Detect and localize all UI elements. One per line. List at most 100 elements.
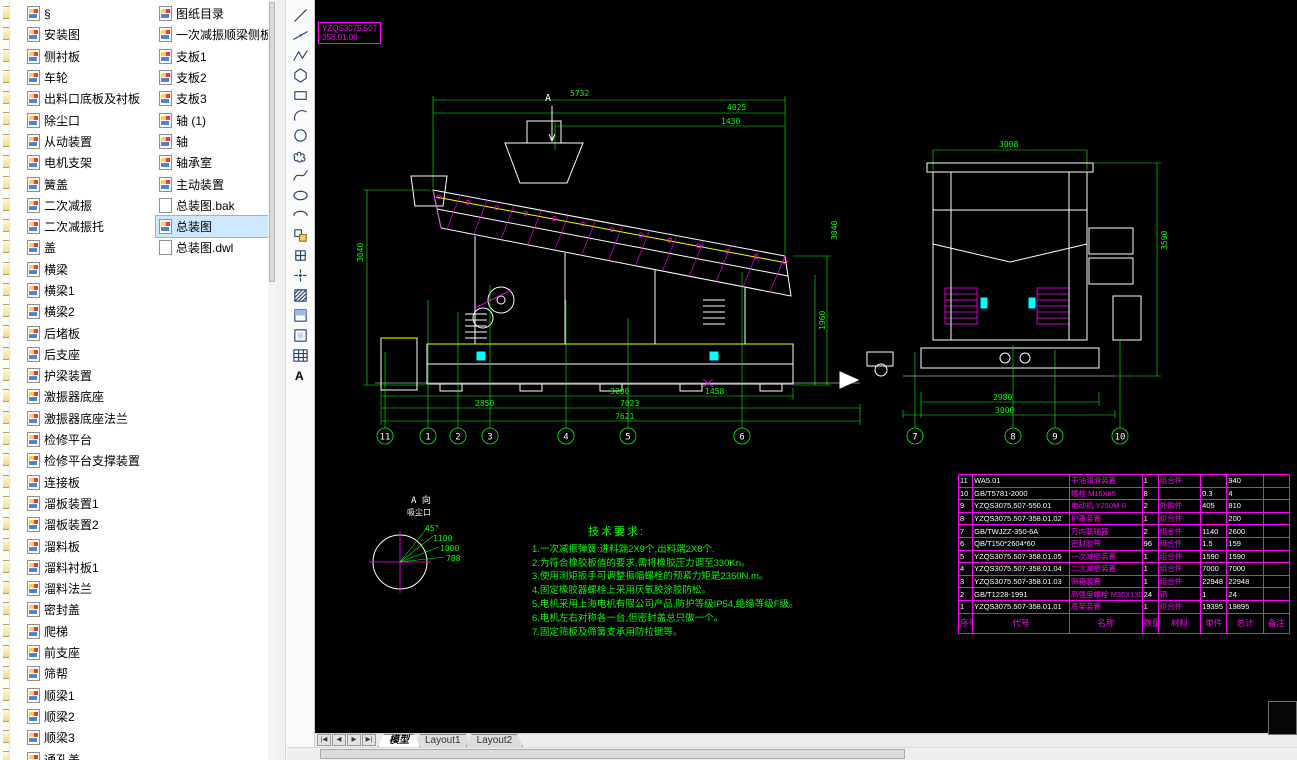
file-item[interactable]: 从动装置	[24, 131, 156, 152]
file-item[interactable]: 支板1	[156, 46, 274, 67]
file-item[interactable]: 总装图	[156, 216, 274, 237]
file-item[interactable]: 簧盖	[24, 173, 156, 194]
horizontal-scrollbar[interactable]	[287, 747, 1297, 760]
dimension-label: 4025	[727, 103, 746, 112]
point-tool-button[interactable]	[288, 265, 312, 285]
arc-tool-button[interactable]	[288, 105, 312, 125]
file-item-label: 除尘口	[44, 112, 80, 129]
file-item[interactable]: 电机支架	[24, 152, 156, 173]
file-panel-scrollbar-thumb[interactable]	[269, 2, 275, 282]
file-item[interactable]: 总装图.bak	[156, 195, 274, 216]
file-item[interactable]: 顺梁1	[24, 685, 156, 706]
file-item[interactable]: 横梁2	[24, 301, 156, 322]
insert-block-tool-button[interactable]	[288, 225, 312, 245]
file-item[interactable]: 横梁1	[24, 280, 156, 301]
file-item[interactable]: 盖	[24, 237, 156, 258]
file-item[interactable]: 溜料衬板1	[24, 557, 156, 578]
gradient-tool-button[interactable]	[288, 305, 312, 325]
balloon-number: 11	[380, 433, 391, 443]
polygon-tool-button[interactable]	[288, 65, 312, 85]
file-item-label: 爬梯	[44, 623, 68, 640]
file-item[interactable]: 图纸目录	[156, 3, 274, 24]
file-item[interactable]: 激振器底座	[24, 386, 156, 407]
bom-cell: 940	[1227, 475, 1263, 488]
file-item-label: 通孔盖	[44, 751, 80, 760]
clipped-file-icon	[3, 560, 10, 573]
multiline-text-tool-button[interactable]: A	[288, 365, 312, 385]
file-item[interactable]: 连接板	[24, 472, 156, 493]
bom-cell: 9	[959, 500, 973, 513]
dwg-file-icon	[159, 219, 172, 234]
file-item[interactable]: 顺梁3	[24, 727, 156, 748]
file-item[interactable]: 护梁装置	[24, 365, 156, 386]
file-item[interactable]: 溜料板	[24, 535, 156, 556]
model-space-canvas[interactable]: 5732402514303040304019602850320014587023…	[315, 0, 1297, 733]
line-tool-button[interactable]	[288, 5, 312, 25]
file-list-column-2: 图纸目录一次减振顺梁侧板支板1支板2支板3轴 (1) 轴轴承室主动装置总装图.ba…	[156, 3, 274, 259]
file-item[interactable]: 轴 (1)	[156, 109, 274, 130]
file-item[interactable]: 一次减振顺梁侧板	[156, 24, 274, 45]
detail-view-title: A 向	[411, 494, 431, 506]
spline-tool-button[interactable]	[288, 165, 312, 185]
file-item[interactable]: 轴	[156, 131, 274, 152]
table-tool-button[interactable]	[288, 345, 312, 365]
hatch-tool-button[interactable]	[288, 285, 312, 305]
ellipse-arc-tool-button[interactable]	[288, 205, 312, 225]
file-item[interactable]: 车轮	[24, 67, 156, 88]
polyline-tool-button[interactable]	[288, 45, 312, 65]
construction-line-tool-button[interactable]	[288, 25, 312, 45]
file-item[interactable]: 密封盖	[24, 599, 156, 620]
prev-layout-button[interactable]: ◀	[332, 734, 346, 746]
file-item[interactable]: 二次减振托	[24, 216, 156, 237]
dimension-label: 1960	[818, 311, 827, 330]
make-block-tool-button[interactable]	[288, 245, 312, 265]
bom-cell: 22948	[1201, 575, 1227, 588]
file-item[interactable]: 后支座	[24, 344, 156, 365]
clipped-file-icon	[3, 411, 10, 424]
clipped-file-icon	[3, 283, 10, 296]
file-item[interactable]: 溜料法兰	[24, 578, 156, 599]
ellipse-tool-button[interactable]	[288, 185, 312, 205]
horizontal-scrollbar-thumb[interactable]	[320, 749, 905, 759]
bom-cell	[1263, 550, 1289, 563]
last-layout-button[interactable]: ▶|	[362, 734, 376, 746]
file-item[interactable]: 总装图.dwl	[156, 237, 274, 258]
file-item[interactable]: 通孔盖	[24, 748, 156, 760]
command-window-fragment	[1268, 701, 1297, 735]
circle-tool-button[interactable]	[288, 125, 312, 145]
file-item[interactable]: 支板3	[156, 88, 274, 109]
file-item[interactable]: 检修平台支撑装置	[24, 450, 156, 471]
region-tool-button[interactable]	[288, 325, 312, 345]
file-item[interactable]: 顺梁2	[24, 706, 156, 727]
file-item[interactable]: 溜板装置1	[24, 493, 156, 514]
file-item[interactable]: 爬梯	[24, 621, 156, 642]
file-item[interactable]: 检修平台	[24, 429, 156, 450]
file-item[interactable]: 激振器底座法兰	[24, 408, 156, 429]
clipped-file-icon	[3, 304, 10, 317]
file-item[interactable]: 筛帮	[24, 663, 156, 684]
file-item[interactable]: 主动装置	[156, 173, 274, 194]
file-item[interactable]: 二次减振	[24, 195, 156, 216]
file-item[interactable]: 支板2	[156, 67, 274, 88]
revision-cloud-tool-button[interactable]	[288, 145, 312, 165]
file-item[interactable]: 侧衬板	[24, 46, 156, 67]
file-panel-scrollbar[interactable]	[268, 0, 276, 760]
file-item[interactable]: 后堵板	[24, 322, 156, 343]
dwg-file-icon	[27, 624, 40, 639]
tab-model[interactable]: 模型	[378, 734, 420, 747]
rectangle-tool-button[interactable]	[288, 85, 312, 105]
file-item[interactable]: 出料口底板及衬板	[24, 88, 156, 109]
tab-layout1[interactable]: Layout1	[414, 734, 472, 747]
file-item[interactable]: 横梁	[24, 259, 156, 280]
first-layout-button[interactable]: |◀	[317, 734, 331, 746]
file-item[interactable]: §	[24, 3, 156, 24]
bom-cell: 19395	[1201, 600, 1227, 613]
next-layout-button[interactable]: ▶	[347, 734, 361, 746]
tab-layout2[interactable]: Layout2	[466, 734, 524, 747]
file-item[interactable]: 前支座	[24, 642, 156, 663]
file-item[interactable]: 轴承室	[156, 152, 274, 173]
file-item[interactable]: 除尘口	[24, 109, 156, 130]
file-item[interactable]: 安装图	[24, 24, 156, 45]
file-item[interactable]: 溜板装置2	[24, 514, 156, 535]
file-item-label: 轴	[176, 133, 188, 150]
